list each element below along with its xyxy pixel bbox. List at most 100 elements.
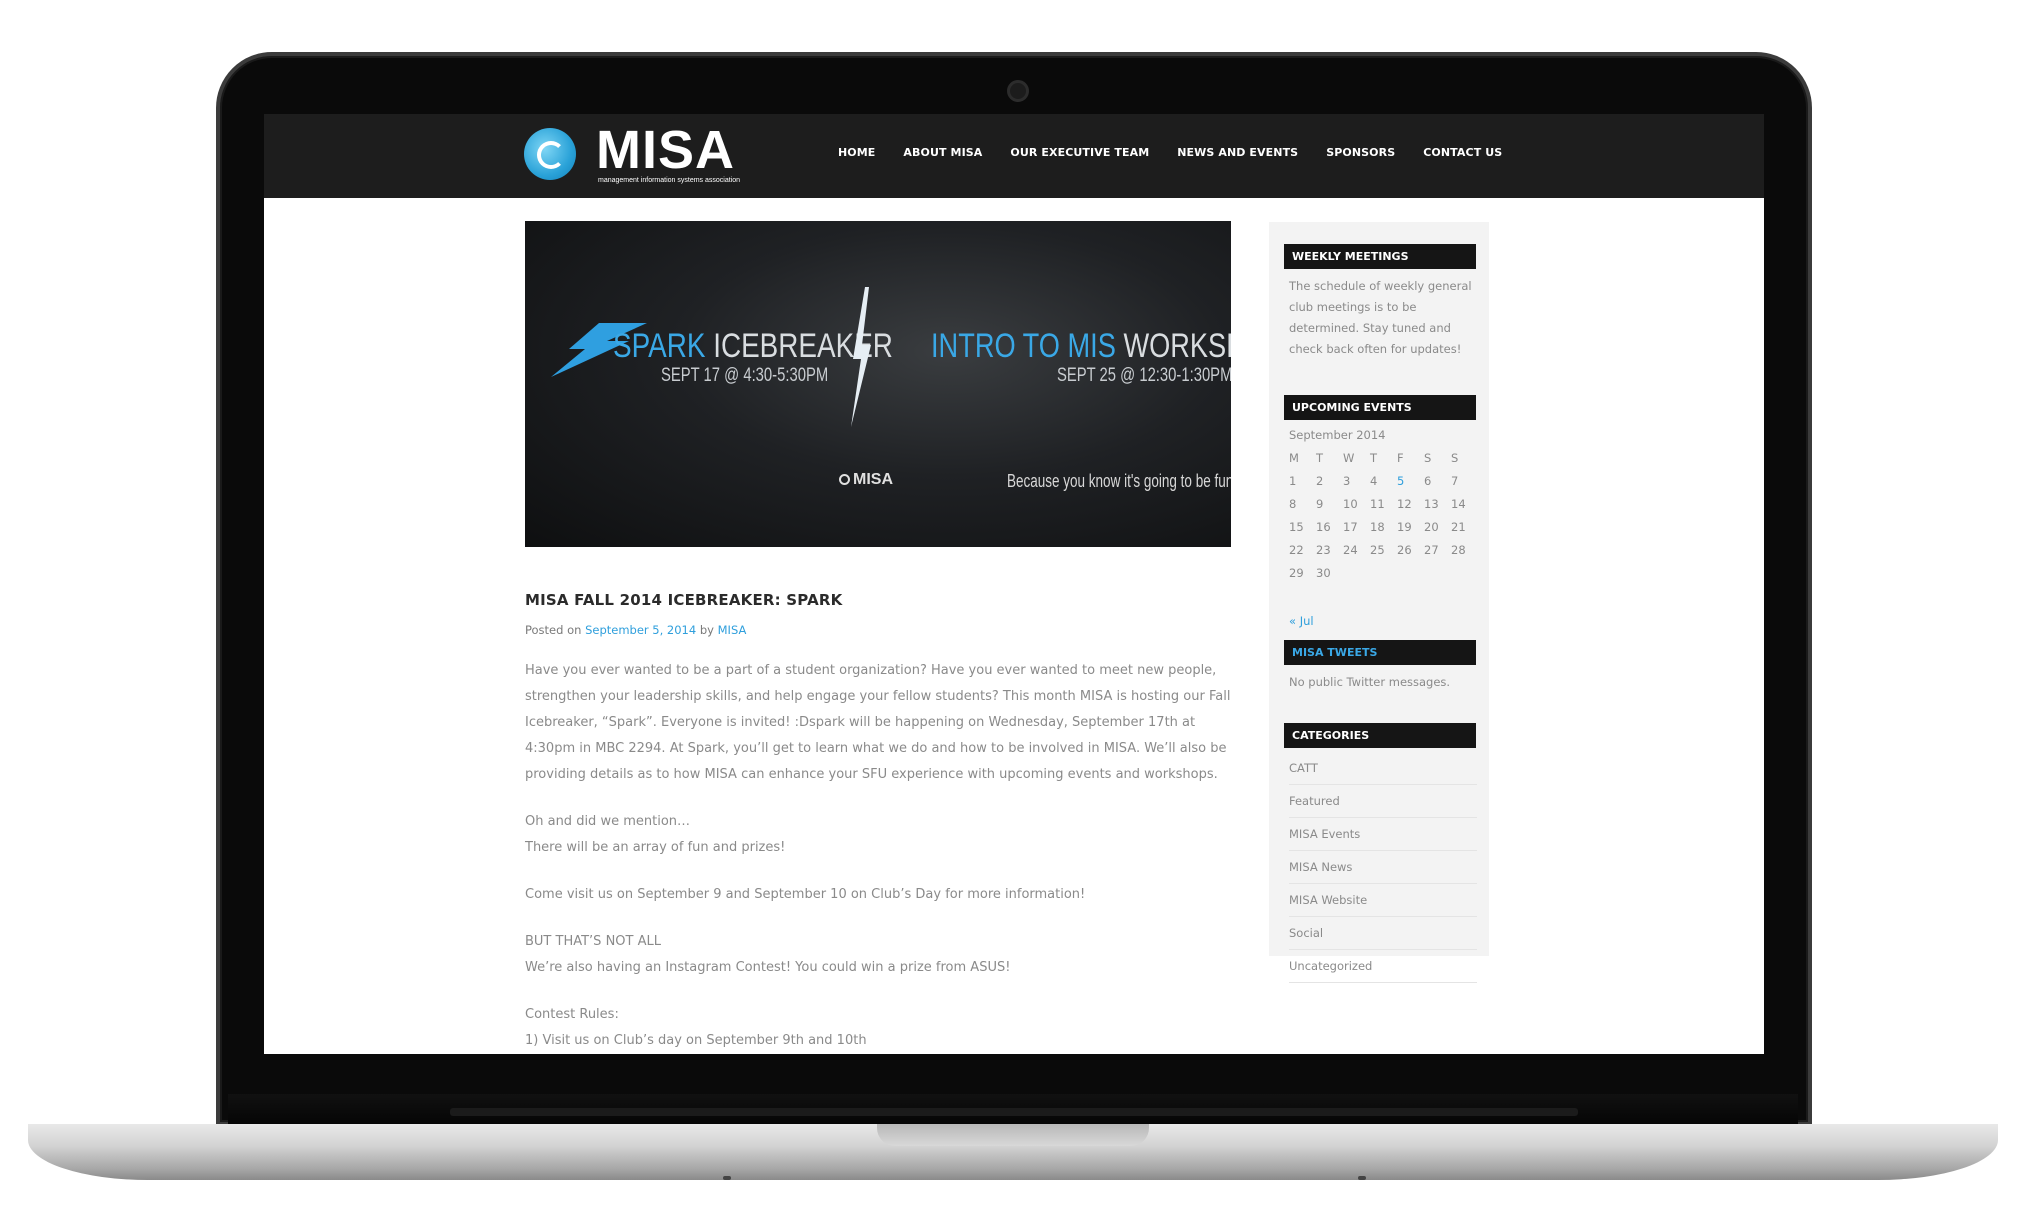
calendar-day xyxy=(1397,562,1424,585)
post-paragraph: BUT THAT’S NOT ALL We’re also having an I… xyxy=(525,929,1237,981)
calendar-day: 4 xyxy=(1370,474,1378,488)
weekly-meetings-text: The schedule of weekly general club meet… xyxy=(1289,279,1472,356)
banner-brand-text: MISA xyxy=(853,471,893,488)
calendar-day: 15 xyxy=(1289,520,1304,534)
calendar-day: 10 xyxy=(1343,497,1358,511)
post-meta-by: by xyxy=(699,623,714,637)
post-title[interactable]: MISA FALL 2014 ICEBREAKER: SPARK xyxy=(525,591,843,609)
hinge-line xyxy=(450,1108,1578,1116)
divider-bolt-icon xyxy=(851,287,871,427)
calendar-weekday-row: MTWTFSS xyxy=(1289,447,1478,470)
calendar-weekday: T xyxy=(1370,451,1378,465)
laptop-notch xyxy=(877,1124,1149,1146)
post-body: Have you ever wanted to be a part of a s… xyxy=(525,658,1237,1054)
site-logo-subtitle: management information systems associati… xyxy=(598,177,741,184)
calendar-day: 30 xyxy=(1316,566,1331,580)
widget-title-weekly-meetings: WEEKLY MEETINGS xyxy=(1284,244,1476,269)
calendar-day: 24 xyxy=(1343,543,1358,557)
calendar-day: 17 xyxy=(1343,520,1358,534)
calendar-day-link[interactable]: 5 xyxy=(1397,470,1424,493)
post-line: Oh and did we mention… xyxy=(525,814,691,829)
banner-left-accent: SPARK xyxy=(613,327,706,365)
post-line: We’re also having an Instagram Contest! … xyxy=(525,960,1011,975)
calendar-day: 20 xyxy=(1424,520,1439,534)
post-date-link[interactable]: September 5, 2014 xyxy=(585,623,696,637)
site-logo-text[interactable]: MISA xyxy=(596,120,735,180)
calendar-day xyxy=(1343,562,1370,585)
banner-tagline: Because you know it's going to be fun. xyxy=(1007,471,1231,491)
nav-item-sponsors[interactable]: SPONSORS xyxy=(1326,146,1395,159)
misa-logo-icon[interactable] xyxy=(524,128,576,180)
main-nav: HOME ABOUT MISA OUR EXECUTIVE TEAM NEWS … xyxy=(838,146,1502,159)
post-meta: Posted on September 5, 2014 by MISA xyxy=(525,623,746,637)
calendar-weekday: F xyxy=(1397,451,1404,465)
post-author-link[interactable]: MISA xyxy=(718,623,747,637)
calendar-weekday: S xyxy=(1451,451,1459,465)
calendar-day: 19 xyxy=(1397,520,1412,534)
calendar-weekday: W xyxy=(1343,451,1355,465)
post-paragraph: Have you ever wanted to be a part of a s… xyxy=(525,663,1231,782)
calendar-day: 25 xyxy=(1370,543,1385,557)
calendar-day: 18 xyxy=(1370,520,1385,534)
category-link[interactable]: CATT xyxy=(1289,752,1477,785)
post-line: BUT THAT’S NOT ALL xyxy=(525,934,661,949)
nav-item-news-events[interactable]: NEWS AND EVENTS xyxy=(1177,146,1298,159)
calendar-day: 29 xyxy=(1289,566,1304,580)
calendar-day: 13 xyxy=(1424,497,1439,511)
category-link[interactable]: MISA Website xyxy=(1289,884,1477,917)
calendar-caption: September 2014 xyxy=(1289,428,1386,442)
banner-right-accent: INTRO TO MIS xyxy=(931,327,1116,365)
calendar-day: 22 xyxy=(1289,543,1304,557)
calendar-prev-link[interactable]: « Jul xyxy=(1289,614,1314,628)
calendar-day: 16 xyxy=(1316,520,1331,534)
calendar-day: 1 xyxy=(1289,474,1297,488)
post-meta-prefix: Posted on xyxy=(525,623,582,637)
calendar-day: 23 xyxy=(1316,543,1331,557)
category-link[interactable]: Featured xyxy=(1289,785,1477,818)
post-line: There will be an array of fun and prizes… xyxy=(525,840,786,855)
calendar-week-row: 15 16 17 18 19 20 21 xyxy=(1289,516,1478,539)
featured-banner[interactable]: SPARK ICEBREAKER SEPT 17 @ 4:30-5:30PM I… xyxy=(525,221,1231,547)
calendar-week-row: 22 23 24 25 26 27 28 xyxy=(1289,539,1478,562)
post-paragraph: Contest Rules: 1) Visit us on Club’s day … xyxy=(525,1002,1237,1054)
post-paragraph: Come visit us on September 9 and Septemb… xyxy=(525,887,1086,902)
widget-title-misa-tweets: MISA TWEETS xyxy=(1284,640,1476,665)
calendar-day: 27 xyxy=(1424,543,1439,557)
banner-right-rest: WORKSHOP xyxy=(1123,327,1231,365)
banner-right-title: INTRO TO MIS WORKSHOP xyxy=(931,327,1231,365)
calendar-day: 8 xyxy=(1289,497,1297,511)
sidebar: WEEKLY MEETINGS The schedule of weekly g… xyxy=(1269,222,1489,983)
nav-item-about[interactable]: ABOUT MISA xyxy=(903,146,982,159)
calendar-grid: M T W T F S S 1 2 3 4 5 6 7 8 9 10 11 12 13 14 15 16 17 18 19 20 21… xyxy=(1289,447,1478,585)
calendar-weekday: M xyxy=(1289,451,1299,465)
nav-item-home[interactable]: HOME xyxy=(838,146,875,159)
tweets-text: No public Twitter messages. xyxy=(1289,675,1451,689)
browser-screen: MISA management information systems asso… xyxy=(264,114,1764,1054)
calendar-week-row: 29 30 xyxy=(1289,562,1478,585)
category-link[interactable]: Uncategorized xyxy=(1289,950,1477,983)
banner-right-date: SEPT 25 @ 12:30-1:30PM xyxy=(1057,365,1231,386)
calendar-day: 11 xyxy=(1370,497,1385,511)
post-line: Contest Rules: xyxy=(525,1007,619,1022)
post-paragraph: Oh and did we mention… There will be an a… xyxy=(525,809,1237,861)
calendar-week-row: 8 9 10 11 12 13 14 xyxy=(1289,493,1478,516)
category-link[interactable]: MISA Events xyxy=(1289,818,1477,851)
calendar-weekday: S xyxy=(1424,451,1432,465)
banner-left-date: SEPT 17 @ 4:30-5:30PM xyxy=(661,365,829,386)
post-line: 1) Visit us on Club’s day on September 9… xyxy=(525,1033,867,1048)
calendar-day: 9 xyxy=(1316,497,1324,511)
laptop-foot xyxy=(1358,1176,1366,1180)
calendar-day: 7 xyxy=(1451,474,1459,488)
nav-item-contact[interactable]: CONTACT US xyxy=(1423,146,1502,159)
calendar-day xyxy=(1424,562,1451,585)
category-link[interactable]: Social xyxy=(1289,917,1477,950)
category-link[interactable]: MISA News xyxy=(1289,851,1477,884)
site-header: MISA management information systems asso… xyxy=(264,114,1764,198)
nav-item-executive-team[interactable]: OUR EXECUTIVE TEAM xyxy=(1010,146,1149,159)
laptop-foot xyxy=(723,1176,731,1180)
banner-brand: MISA xyxy=(839,471,893,489)
calendar-day: 21 xyxy=(1451,520,1466,534)
calendar-day: 26 xyxy=(1397,543,1412,557)
calendar-day: 28 xyxy=(1451,543,1466,557)
calendar-day xyxy=(1370,562,1397,585)
